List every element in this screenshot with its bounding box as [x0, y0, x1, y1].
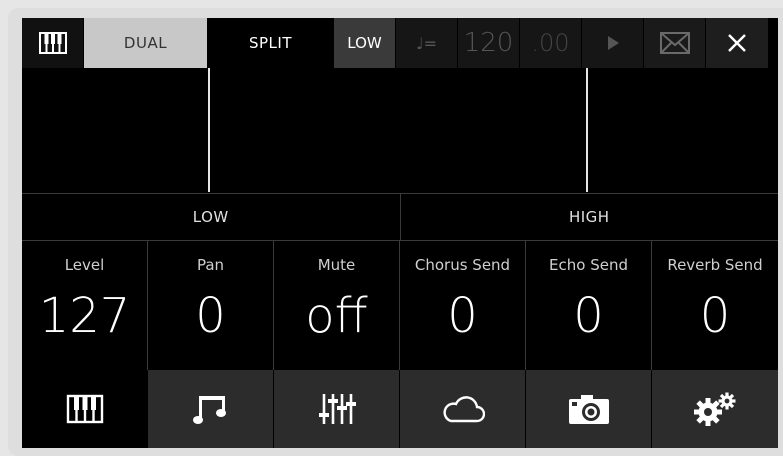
high-split-marker[interactable]	[586, 68, 588, 192]
tempo-value[interactable]: 120	[458, 18, 520, 68]
param-label: Echo Send	[549, 256, 628, 274]
zone-labels: LOW HIGH	[22, 193, 778, 241]
reverb-send-param[interactable]: Reverb Send 0	[652, 240, 778, 370]
dual-button[interactable]: DUAL	[84, 18, 208, 68]
top-bar: DUAL SPLIT LOW ♩= 120 .00	[22, 18, 778, 68]
parameter-row: Level 127 Pan 0 Mute off Chorus Send 0 E…	[22, 240, 778, 370]
keyboard-icon	[65, 392, 105, 426]
music-note-icon	[192, 392, 229, 426]
nav-cloud-button[interactable]	[400, 370, 526, 448]
param-label: Level	[64, 256, 105, 274]
close-button[interactable]	[706, 18, 768, 68]
low-split-marker[interactable]	[208, 68, 210, 192]
param-value: 0	[699, 288, 731, 344]
keyboard-mode-button[interactable]	[22, 18, 84, 68]
tempo-fraction[interactable]: .00	[520, 18, 582, 68]
param-value: 0	[195, 288, 226, 344]
param-label: Mute	[317, 256, 356, 274]
nav-keyboard-button[interactable]	[22, 370, 148, 448]
param-label: Chorus Send	[414, 256, 511, 274]
split-keyboard-area[interactable]	[22, 68, 778, 192]
param-value: 0	[447, 288, 478, 344]
low-button[interactable]: LOW	[334, 18, 396, 68]
level-param[interactable]: Level 127	[22, 240, 148, 370]
zone-high-label[interactable]: HIGH	[399, 194, 779, 240]
play-button[interactable]	[582, 18, 644, 68]
mute-param[interactable]: Mute off	[274, 240, 400, 370]
keyboard-icon	[38, 30, 68, 56]
screen: DUAL SPLIT LOW ♩= 120 .00 LOW HIGH Level…	[22, 18, 778, 448]
mail-icon	[659, 32, 690, 54]
split-button[interactable]: SPLIT	[208, 18, 334, 68]
nav-camera-button[interactable]	[526, 370, 652, 448]
mixer-sliders-icon	[317, 391, 357, 427]
chorus-send-param[interactable]: Chorus Send 0	[400, 240, 526, 370]
nav-settings-button[interactable]	[652, 370, 778, 448]
close-icon	[727, 33, 747, 53]
tempo-note-label: ♩=	[396, 18, 458, 68]
zone-low-label[interactable]: LOW	[22, 194, 400, 240]
param-label: Pan	[196, 256, 225, 274]
param-label: Reverb Send	[667, 256, 763, 274]
play-icon	[606, 35, 620, 51]
param-value: 0	[573, 288, 604, 344]
pan-param[interactable]: Pan 0	[148, 240, 274, 370]
param-value: off	[305, 288, 368, 344]
nav-music-button[interactable]	[148, 370, 274, 448]
nav-mixer-button[interactable]	[274, 370, 400, 448]
camera-icon	[567, 392, 611, 426]
echo-send-param[interactable]: Echo Send 0	[526, 240, 652, 370]
cloud-icon	[441, 394, 485, 424]
mail-button[interactable]	[644, 18, 706, 68]
gears-icon	[692, 391, 738, 427]
bottom-nav	[22, 370, 778, 448]
param-value: 127	[38, 288, 131, 344]
